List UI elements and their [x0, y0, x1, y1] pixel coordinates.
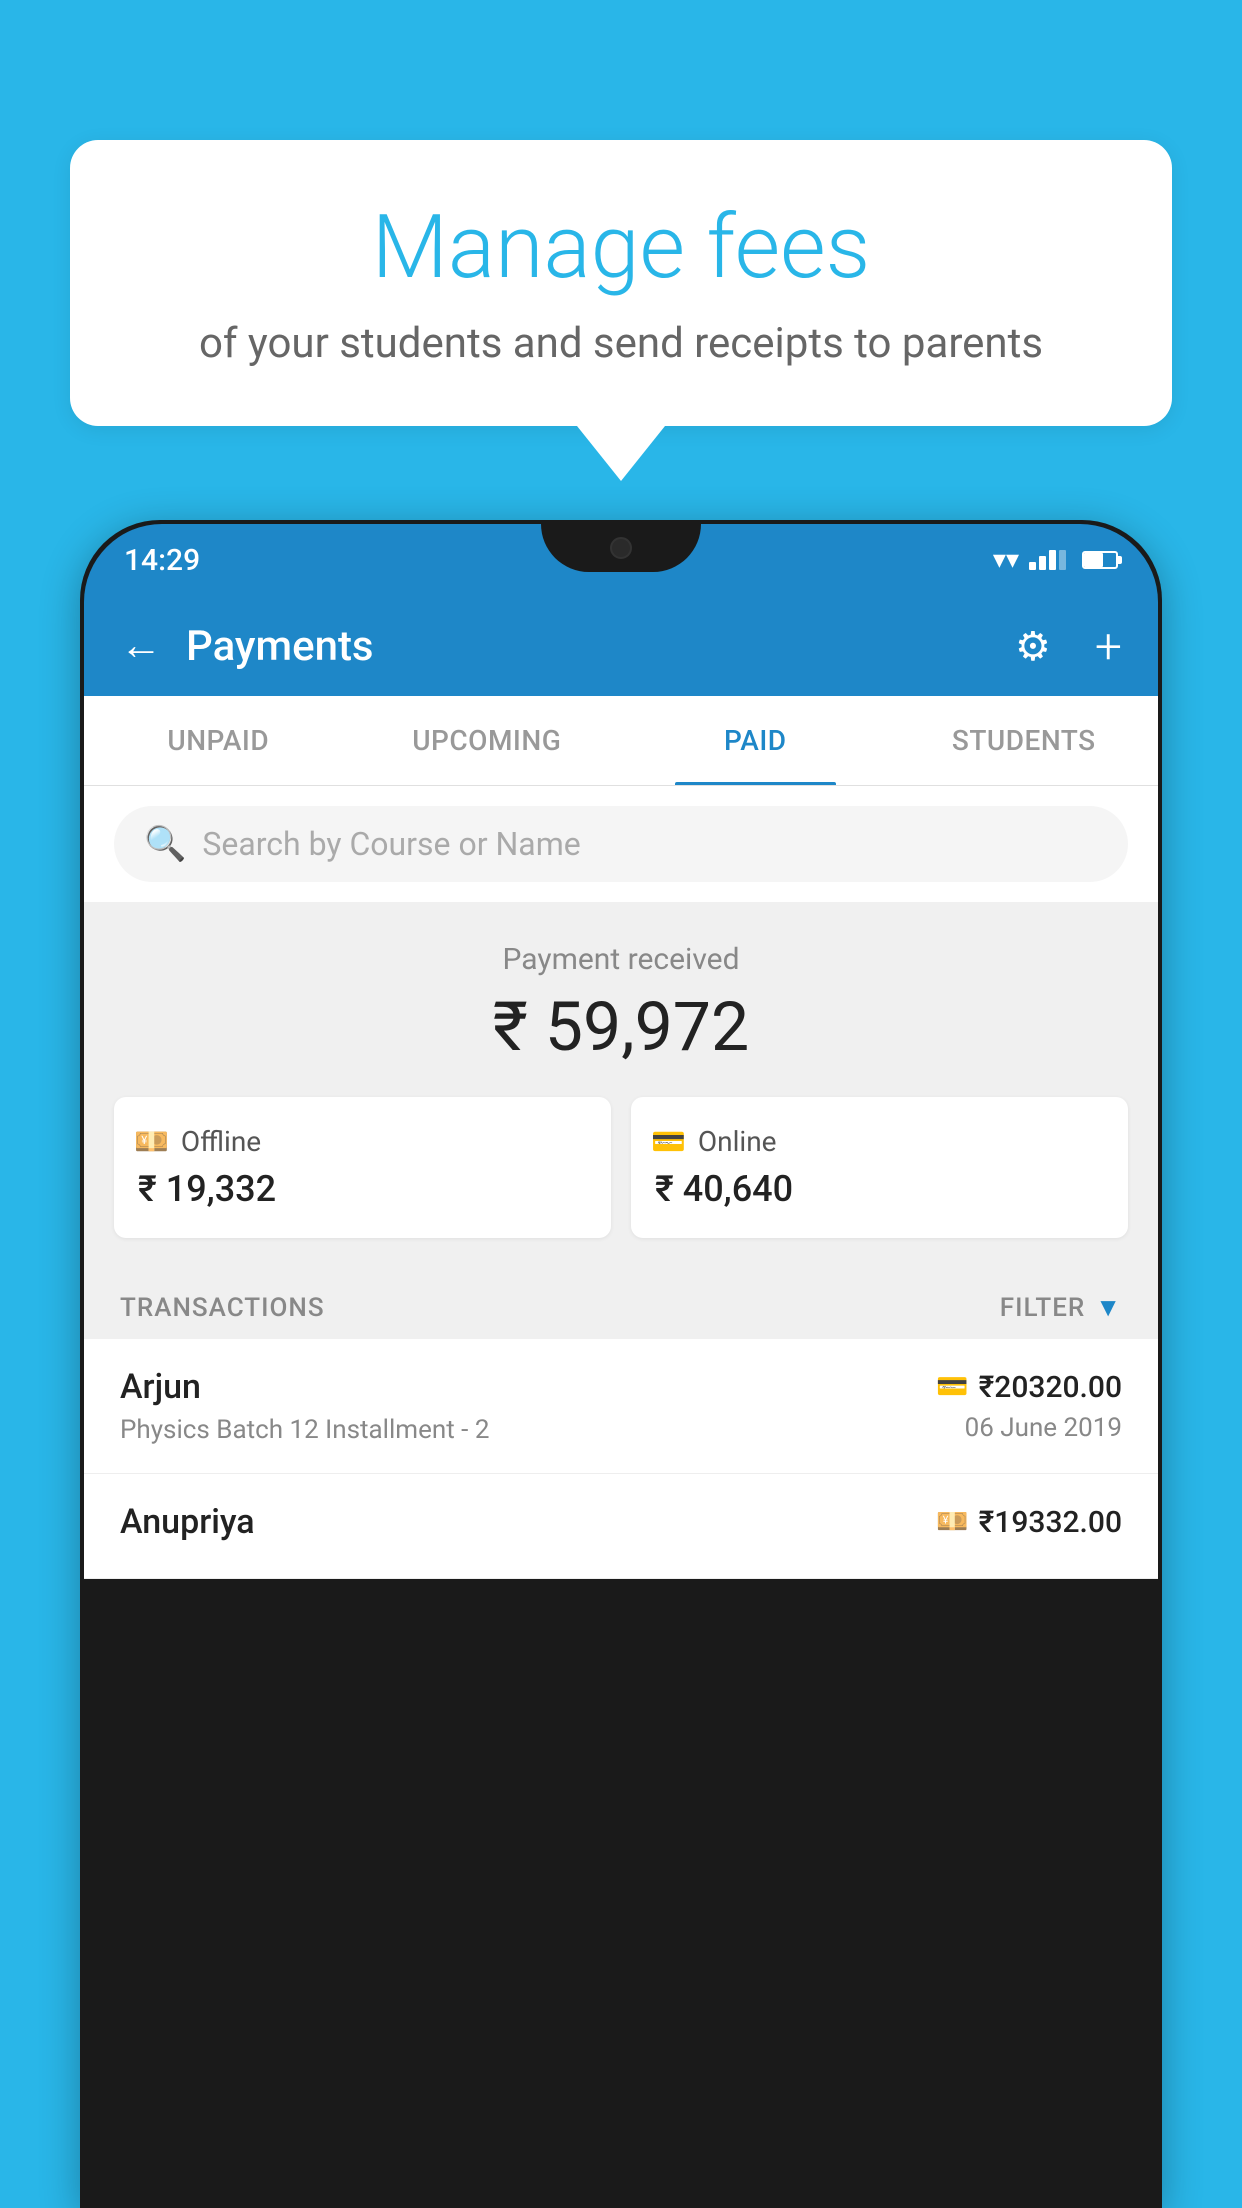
- signal-bar-3: [1049, 550, 1056, 570]
- payment-summary: Payment received ₹ 59,972 💴 Offline ₹ 19…: [84, 902, 1158, 1268]
- online-label: Online: [698, 1125, 777, 1158]
- app-content: 🔍 Search by Course or Name Payment recei…: [84, 786, 1158, 1579]
- filter-icon: ▼: [1095, 1292, 1122, 1323]
- offline-amount: ₹ 19,332: [134, 1168, 591, 1210]
- table-row[interactable]: Anupriya 💴 ₹19332.00: [84, 1474, 1158, 1579]
- card-payment-icon: 💳: [936, 1372, 968, 1402]
- battery-fill: [1084, 553, 1103, 567]
- table-row[interactable]: Arjun Physics Batch 12 Installment - 2 💳…: [84, 1339, 1158, 1474]
- tab-upcoming[interactable]: UPCOMING: [353, 696, 622, 785]
- transaction-amount-1: ₹20320.00: [979, 1370, 1122, 1405]
- transaction-amount-2: ₹19332.00: [979, 1505, 1122, 1540]
- transaction-left-1: Arjun Physics Batch 12 Installment - 2: [120, 1367, 936, 1445]
- payment-cards: 💴 Offline ₹ 19,332 💳 Online ₹ 40,640: [114, 1097, 1128, 1238]
- status-bar: 14:29 ▾▾: [84, 524, 1158, 596]
- online-card-header: 💳 Online: [651, 1125, 1108, 1158]
- tab-unpaid[interactable]: UNPAID: [84, 696, 353, 785]
- online-icon: 💳: [651, 1125, 686, 1158]
- transaction-amount-row-2: 💴 ₹19332.00: [936, 1505, 1122, 1540]
- phone-inner: 14:29 ▾▾: [84, 524, 1158, 2204]
- transaction-name-2: Anupriya: [120, 1502, 936, 1542]
- phone-frame: 14:29 ▾▾: [80, 520, 1162, 2208]
- payment-received-label: Payment received: [114, 942, 1128, 977]
- status-icons: ▾▾: [993, 545, 1118, 575]
- signal-bars: [1029, 550, 1066, 570]
- offline-label: Offline: [181, 1125, 261, 1158]
- add-button[interactable]: +: [1095, 618, 1122, 675]
- signal-bar-2: [1039, 556, 1046, 570]
- payment-total-amount: ₹ 59,972: [114, 987, 1128, 1067]
- transaction-left-2: Anupriya: [120, 1502, 936, 1550]
- offline-card-header: 💴 Offline: [134, 1125, 591, 1158]
- filter-label: FILTER: [1000, 1293, 1085, 1323]
- speech-bubble-arrow: [577, 426, 665, 481]
- search-bar: 🔍 Search by Course or Name: [84, 786, 1158, 902]
- offline-payment-icon: 💴: [936, 1507, 968, 1537]
- filter-button[interactable]: FILTER ▼: [1000, 1292, 1122, 1323]
- offline-icon: 💴: [134, 1125, 169, 1158]
- online-payment-card: 💳 Online ₹ 40,640: [631, 1097, 1128, 1238]
- transaction-right-1: 💳 ₹20320.00 06 June 2019: [936, 1370, 1122, 1443]
- phone-camera: [610, 537, 632, 559]
- tab-students[interactable]: STUDENTS: [890, 696, 1159, 785]
- wifi-icon: ▾▾: [993, 545, 1019, 575]
- search-input[interactable]: Search by Course or Name: [202, 825, 580, 863]
- gear-icon[interactable]: ⚙: [1015, 623, 1051, 670]
- speech-bubble: Manage fees of your students and send re…: [70, 140, 1172, 426]
- search-icon: 🔍: [144, 824, 186, 864]
- online-amount: ₹ 40,640: [651, 1168, 1108, 1210]
- phone-notch: [541, 524, 701, 572]
- header-title: Payments: [186, 622, 991, 671]
- transaction-amount-row-1: 💳 ₹20320.00: [936, 1370, 1122, 1405]
- signal-bar-4: [1059, 550, 1066, 570]
- speech-bubble-container: Manage fees of your students and send re…: [70, 140, 1172, 481]
- transactions-header: TRANSACTIONS FILTER ▼: [84, 1268, 1158, 1339]
- transaction-right-2: 💴 ₹19332.00: [936, 1505, 1122, 1548]
- transaction-date-1: 06 June 2019: [936, 1413, 1122, 1443]
- transaction-name-1: Arjun: [120, 1367, 936, 1407]
- search-input-wrapper[interactable]: 🔍 Search by Course or Name: [114, 806, 1128, 882]
- tabs-container: UNPAID UPCOMING PAID STUDENTS: [84, 696, 1158, 786]
- status-time: 14:29: [124, 543, 200, 578]
- offline-payment-card: 💴 Offline ₹ 19,332: [114, 1097, 611, 1238]
- speech-bubble-subtitle: of your students and send receipts to pa…: [130, 317, 1112, 372]
- transaction-detail-1: Physics Batch 12 Installment - 2: [120, 1415, 936, 1445]
- transactions-label: TRANSACTIONS: [120, 1293, 325, 1323]
- speech-bubble-title: Manage fees: [130, 200, 1112, 297]
- battery-icon: [1082, 551, 1118, 569]
- app-header: ← Payments ⚙ +: [84, 596, 1158, 696]
- signal-bar-1: [1029, 562, 1036, 570]
- back-button[interactable]: ←: [120, 625, 162, 667]
- tab-paid[interactable]: PAID: [621, 696, 890, 785]
